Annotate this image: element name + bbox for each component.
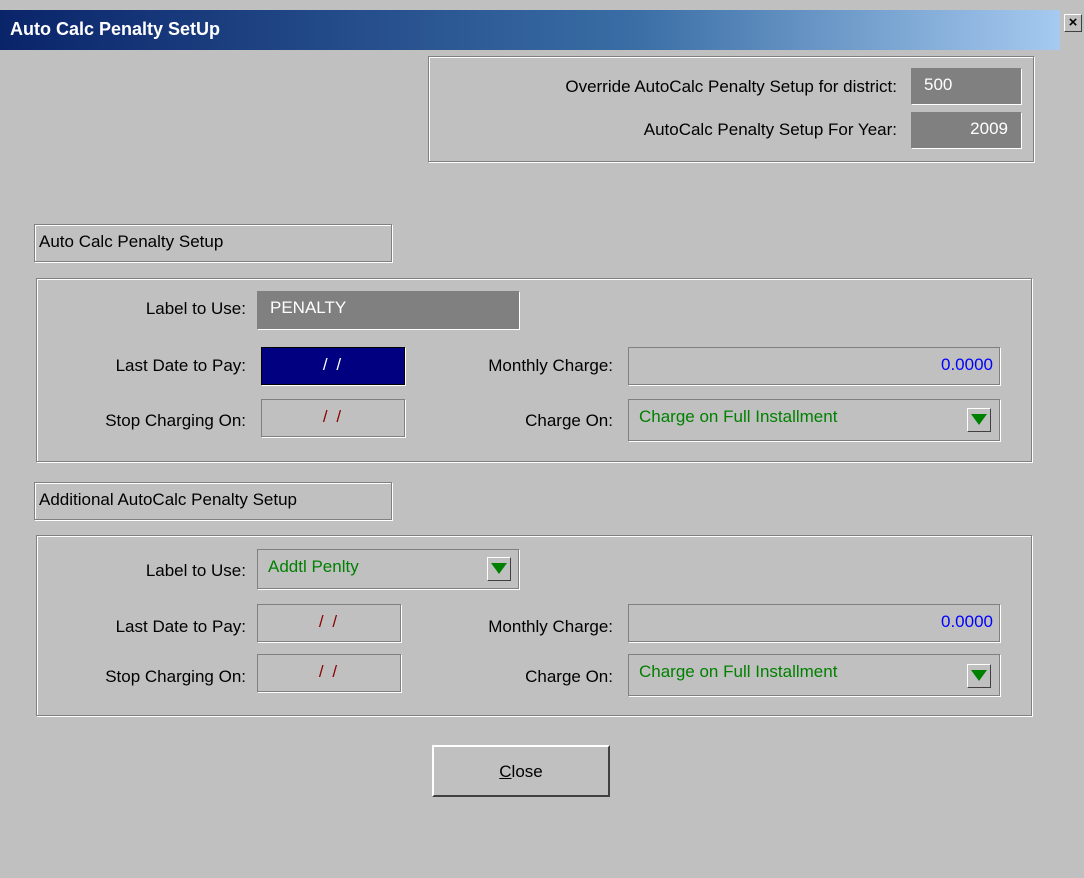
- penalty-setup-window: Auto Calc Penalty SetUp × Override AutoC…: [0, 0, 1084, 878]
- s2-stop-charging-label: Stop Charging On:: [105, 667, 246, 686]
- section2-caption: Additional AutoCalc Penalty Setup: [34, 482, 392, 520]
- close-button[interactable]: Close: [432, 745, 610, 797]
- year-field[interactable]: 2009: [911, 112, 1021, 148]
- s1-stop-charging-field[interactable]: / /: [261, 399, 405, 437]
- s1-charge-on-select[interactable]: Charge on Full Installment: [628, 399, 1000, 441]
- s1-label-to-use-field[interactable]: PENALTY: [257, 291, 519, 329]
- district-field[interactable]: 500: [911, 68, 1021, 104]
- s2-charge-on-select[interactable]: Charge on Full Installment: [628, 654, 1000, 696]
- chevron-down-icon: [971, 670, 987, 681]
- chevron-down-icon: [971, 414, 987, 425]
- title-bar[interactable]: Auto Calc Penalty SetUp: [0, 10, 1060, 50]
- year-label: AutoCalc Penalty Setup For Year:: [643, 120, 897, 139]
- s1-label-to-use-label: Label to Use:: [145, 299, 246, 318]
- close-button-mnemonic: C: [499, 762, 512, 781]
- district-label: Override AutoCalc Penalty Setup for dist…: [565, 77, 897, 96]
- s1-last-date-field[interactable]: / /: [261, 347, 405, 385]
- s1-charge-on-label: Charge On:: [525, 411, 613, 430]
- s2-stop-charging-field[interactable]: / /: [257, 654, 401, 692]
- section1-caption: Auto Calc Penalty Setup: [34, 224, 392, 262]
- s2-monthly-charge-label: Monthly Charge:: [488, 617, 613, 636]
- s2-last-date-field[interactable]: / /: [257, 604, 401, 642]
- close-button-label: lose: [511, 762, 543, 781]
- window-title: Auto Calc Penalty SetUp: [10, 19, 221, 39]
- s2-last-date-label: Last Date to Pay:: [115, 617, 246, 636]
- s2-charge-on-label: Charge On:: [525, 667, 613, 686]
- s1-stop-charging-label: Stop Charging On:: [105, 411, 246, 430]
- close-window-icon[interactable]: ×: [1064, 14, 1082, 32]
- s1-monthly-charge-field[interactable]: 0.0000: [628, 347, 1000, 385]
- s2-monthly-charge-field[interactable]: 0.0000: [628, 604, 1000, 642]
- s2-label-to-use-select[interactable]: Addtl Penlty: [257, 549, 519, 589]
- s1-monthly-charge-label: Monthly Charge:: [488, 356, 613, 375]
- s1-last-date-label: Last Date to Pay:: [115, 356, 246, 375]
- chevron-down-icon: [491, 563, 507, 574]
- s2-label-to-use-dropdown-button[interactable]: [487, 557, 511, 581]
- s2-charge-on-dropdown-button[interactable]: [967, 664, 991, 688]
- s2-label-to-use-label: Label to Use:: [145, 561, 246, 580]
- s1-charge-on-dropdown-button[interactable]: [967, 408, 991, 432]
